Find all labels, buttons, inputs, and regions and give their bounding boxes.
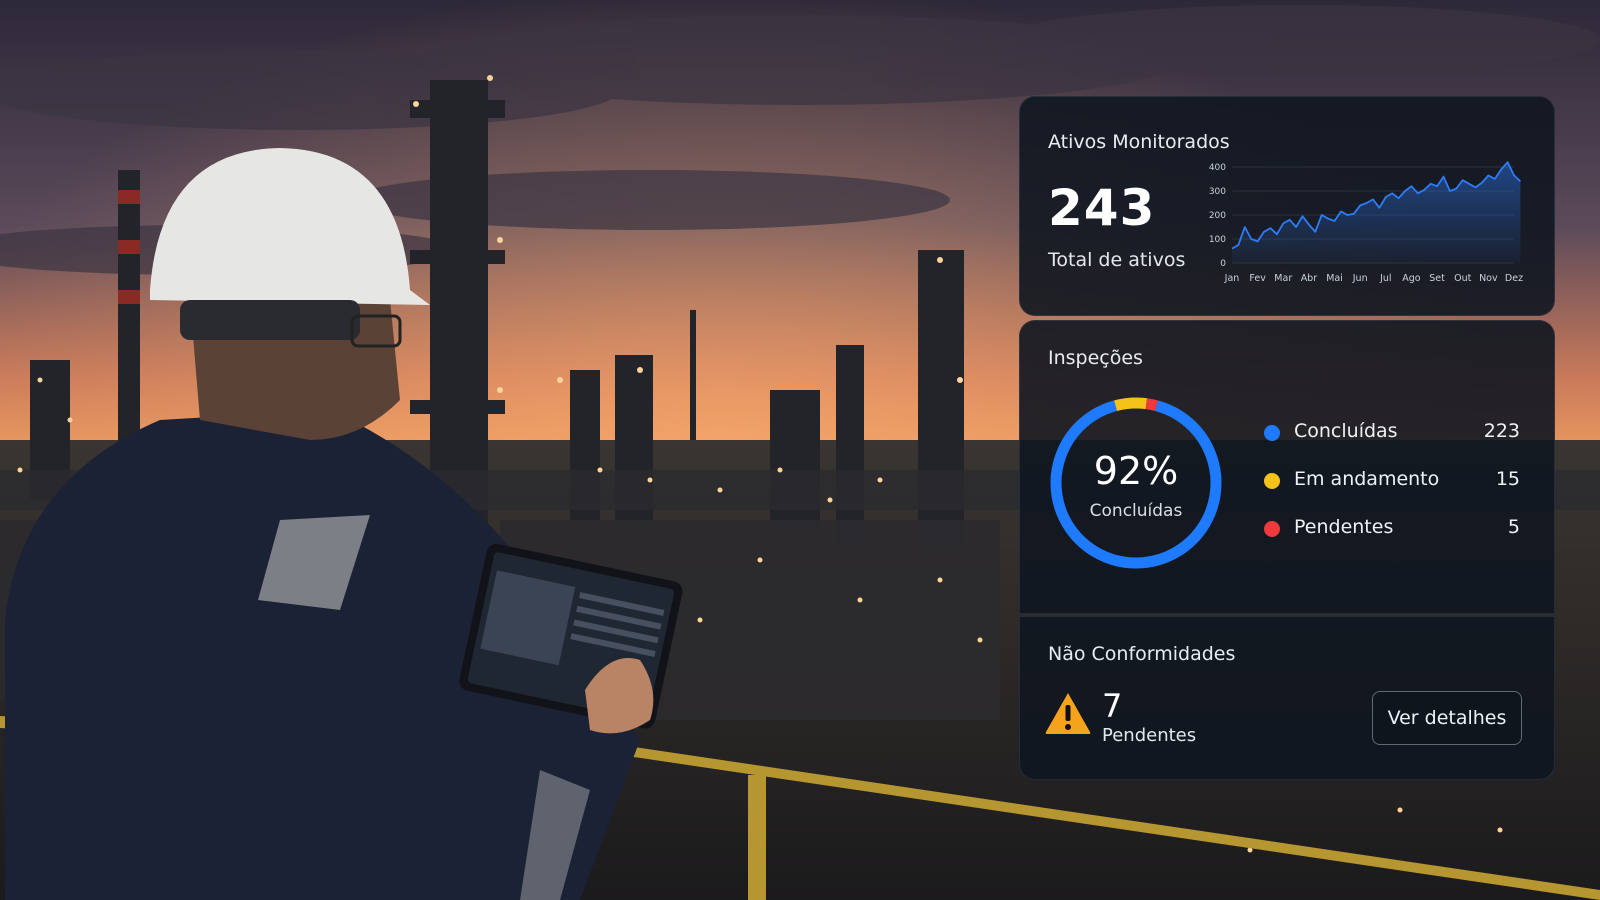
assets-title: Ativos Monitorados [1048,131,1230,153]
nonconformities-caption: Pendentes [1102,725,1197,746]
legend-dot [1264,425,1280,441]
inspections-card: Inspeções 92% Concluídas Concluídas 223 … [1019,320,1555,614]
nonconformities-title: Não Conformidades [1048,643,1236,665]
x-tick-label: Jul [1379,273,1391,284]
assets-caption: Total de ativos [1048,249,1186,271]
x-tick-label: Abr [1301,273,1318,284]
x-tick-label: Fev [1249,273,1266,284]
series-area [1232,162,1521,263]
legend-value: 5 [1507,516,1520,538]
y-tick-label: 100 [1209,235,1226,245]
legend-label: Concluídas [1294,420,1398,442]
x-tick-label: Mar [1274,273,1292,284]
inspections-title: Inspeções [1048,347,1143,369]
warning-icon [1045,693,1091,734]
legend-item-em-andamento: Em andamento 15 [1264,465,1520,495]
x-tick-label: Out [1454,273,1471,284]
donut-percent: 92% [1093,449,1179,493]
assets-card: Ativos Monitorados 243 Total de ativos 0… [1019,96,1555,316]
y-tick-label: 0 [1220,259,1226,269]
x-tick-label: Mai [1326,273,1343,284]
legend-dot [1264,473,1280,489]
legend-item-concluidas: Concluídas 223 [1264,417,1520,447]
assets-total: 243 [1048,179,1156,237]
nonconformities-count: 7 [1102,687,1123,725]
y-tick-label: 200 [1209,211,1226,221]
legend-dot [1264,521,1280,537]
y-tick-label: 300 [1209,187,1226,197]
x-tick-label: Ago [1402,273,1421,284]
x-tick-label: Nov [1479,273,1498,284]
legend-item-pendentes: Pendentes 5 [1264,513,1520,543]
donut-caption: Concluídas [1089,501,1183,521]
assets-line-chart: 0 100 200 300 400 Jan Fev Mar Abr Mai Jun Jul Ago Set… [1209,161,1523,284]
x-tick-label: Jan [1224,273,1240,284]
x-tick-label: Set [1429,273,1445,284]
donut-slice-em-andamento [1114,397,1148,412]
nonconformities-card: Não Conformidades 7 Pendentes Ver detalh… [1019,616,1555,780]
x-tick-label: Jun [1352,273,1368,284]
view-details-button[interactable]: Ver detalhes [1372,691,1522,745]
y-tick-label: 400 [1209,163,1226,173]
donut-slice-pendentes [1145,398,1158,411]
legend-label: Pendentes [1294,516,1394,538]
legend-value: 223 [1483,420,1520,442]
legend-value: 15 [1495,468,1520,490]
legend-label: Em andamento [1294,468,1440,490]
x-tick-label: Dez [1505,273,1523,284]
